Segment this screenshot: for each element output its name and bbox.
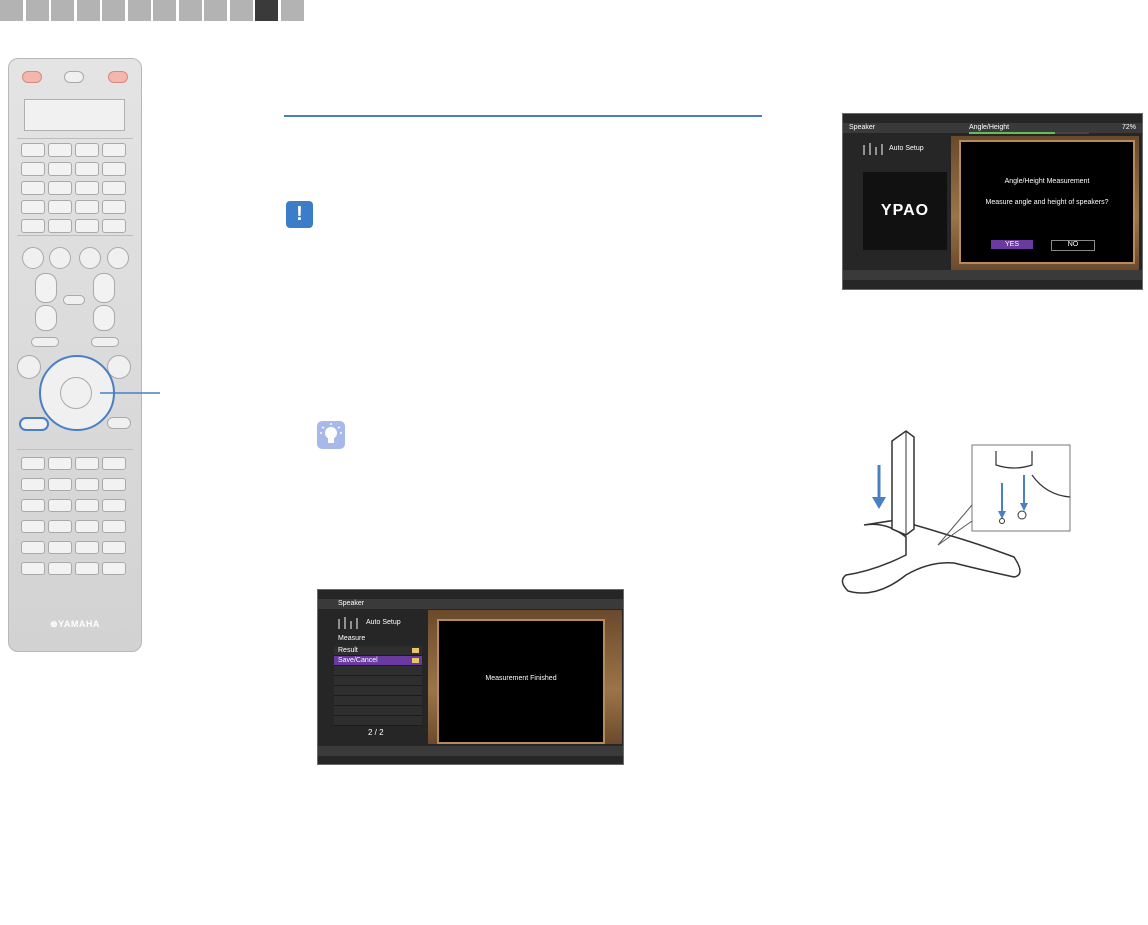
osd-header: Speaker	[849, 124, 876, 131]
progress-tab	[255, 0, 278, 21]
progress-tab	[51, 0, 74, 21]
folder-icon	[412, 648, 419, 653]
auto-setup-icon	[336, 616, 362, 630]
progress-tab	[153, 0, 176, 21]
progress-tab	[280, 0, 304, 21]
progress-tab	[178, 0, 202, 21]
yes-button[interactable]: YES	[991, 240, 1033, 249]
osd-header: Speaker	[338, 600, 365, 607]
callout-line	[100, 392, 160, 394]
folder-icon	[412, 658, 419, 663]
progress-tab	[0, 0, 23, 21]
progress-tab	[204, 0, 227, 21]
receiver-power-button	[108, 71, 128, 83]
dialog-title: Angle/Height Measurement	[1004, 178, 1090, 185]
progress-tab	[25, 0, 49, 21]
angle-dialog: Angle/Height Measurement Measure angle a…	[959, 140, 1135, 264]
page-progress-tabs	[0, 0, 306, 21]
auto-setup-icon	[861, 142, 887, 156]
section-rule	[284, 115, 762, 117]
progress-tab	[102, 0, 125, 21]
progress-label: Angle/Height	[969, 124, 1010, 131]
remote-brand: ⊛YAMAHA	[50, 619, 100, 629]
remote-control-illustration: ⊛YAMAHA	[8, 58, 142, 652]
progress-tab	[76, 0, 100, 21]
source-power-button	[22, 71, 42, 83]
osd-list-item[interactable]: Result	[334, 646, 422, 656]
osd-angle-screen: Speaker Angle/Height 72% Auto Setup YPAO…	[842, 113, 1143, 290]
progress-tab	[229, 0, 253, 21]
return-button	[19, 417, 49, 431]
no-button[interactable]: NO	[1051, 240, 1095, 251]
osd-page-counter: 2 / 2	[368, 728, 384, 737]
osd-menu-title: Auto Setup	[366, 619, 401, 626]
osd-message-panel: Measurement Finished	[437, 619, 605, 744]
progress-tab	[127, 0, 151, 21]
progress-track	[969, 132, 1089, 134]
osd-list-item[interactable]: Save/Cancel	[334, 656, 422, 666]
dialog-text: Measure angle and height of speakers?	[985, 199, 1109, 206]
osd-result-screen: Speaker Auto Setup Measure Result Save/Ca…	[317, 589, 624, 765]
enter-button	[60, 377, 92, 409]
osd-message: Measurement Finished	[485, 675, 557, 682]
osd-menu-title: Auto Setup	[889, 145, 924, 152]
caution-icon: !	[286, 201, 313, 228]
microphone-base-illustration	[841, 430, 1071, 594]
ypao-logo: YPAO	[863, 172, 947, 250]
osd-section: Measure	[338, 635, 366, 642]
progress-percent: 72%	[1121, 124, 1136, 131]
tv-button	[64, 71, 84, 83]
lightbulb-icon	[317, 421, 345, 449]
remote-display	[24, 99, 125, 131]
